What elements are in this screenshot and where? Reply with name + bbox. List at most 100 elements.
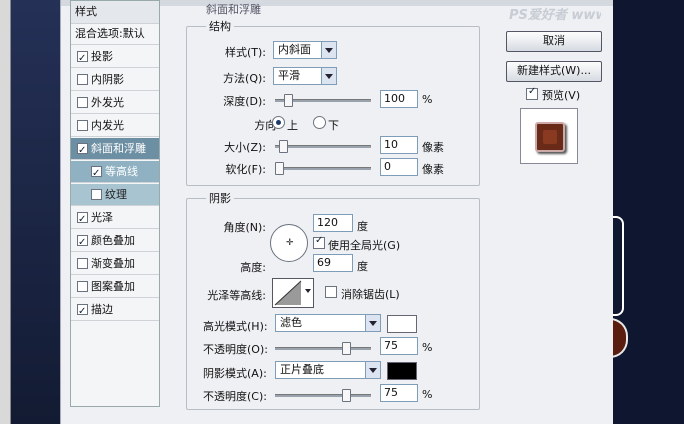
- styles-list-item[interactable]: 渐变叠加: [71, 253, 159, 275]
- style-checkbox[interactable]: [77, 209, 88, 230]
- global-light-checkbox[interactable]: [313, 235, 325, 249]
- soften-slider-thumb[interactable]: [275, 162, 284, 175]
- soften-input[interactable]: 0: [380, 158, 418, 176]
- styles-list-item-label: 投影: [91, 50, 113, 63]
- highlight-opacity-thumb[interactable]: [341, 342, 351, 355]
- style-checkbox[interactable]: [77, 301, 88, 322]
- size-unit: 像素: [422, 141, 444, 154]
- highlight-opacity-label: 不透明度(O):: [203, 343, 268, 356]
- style-checkbox[interactable]: [91, 189, 102, 200]
- size-slider-thumb[interactable]: [279, 140, 289, 153]
- styles-list-item[interactable]: 光泽: [71, 207, 159, 230]
- new-style-button[interactable]: 新建样式(W)...: [506, 61, 602, 82]
- styles-header-label: 样式: [75, 5, 97, 18]
- style-checkbox[interactable]: [77, 97, 88, 108]
- highlight-opacity-track[interactable]: [275, 347, 371, 350]
- styles-list-item[interactable]: 图案叠加: [71, 276, 159, 298]
- size-input[interactable]: 10: [380, 136, 418, 154]
- technique-select-value: 平滑: [278, 69, 300, 82]
- highlight-color-swatch[interactable]: [387, 315, 417, 333]
- styles-list-item-label: 内阴影: [91, 73, 124, 86]
- shadow-mode-select[interactable]: 正片叠底: [275, 361, 381, 379]
- altitude-label: 高度:: [240, 261, 266, 274]
- preview-swatch: [535, 122, 565, 152]
- chevron-down-icon: [305, 289, 311, 293]
- highlight-mode-value: 滤色: [280, 316, 302, 329]
- style-checkbox[interactable]: [77, 232, 88, 253]
- gloss-contour-picker[interactable]: [272, 278, 314, 308]
- styles-list-item[interactable]: 混合选项:默认: [71, 23, 159, 45]
- preview-checkbox[interactable]: [526, 86, 538, 100]
- direction-down-radio[interactable]: [313, 116, 326, 129]
- styles-list-item-label: 图案叠加: [91, 280, 135, 293]
- preview-swatch-inner: [543, 130, 557, 144]
- shadow-mode-label: 阴影模式(A):: [203, 367, 267, 380]
- styles-list-item[interactable]: 颜色叠加: [71, 230, 159, 253]
- style-checkbox[interactable]: [77, 281, 88, 292]
- gloss-contour-label: 光泽等高线:: [207, 289, 266, 302]
- angle-unit: 度: [357, 220, 368, 233]
- depth-input[interactable]: 100: [380, 90, 418, 108]
- chevron-down-icon: [365, 362, 380, 378]
- styles-list-item[interactable]: 内发光: [71, 115, 159, 137]
- angle-input[interactable]: 120: [313, 214, 353, 232]
- section-title: 斜面和浮雕: [206, 3, 261, 16]
- styles-list-item[interactable]: 描边: [71, 299, 159, 322]
- depth-slider-thumb[interactable]: [283, 94, 293, 107]
- crosshair-icon: ✛: [286, 238, 294, 248]
- highlight-mode-select[interactable]: 滤色: [275, 314, 381, 332]
- highlight-opacity-unit: %: [422, 341, 433, 354]
- styles-list-item-label: 混合选项:默认: [75, 27, 145, 40]
- anti-alias-checkbox[interactable]: [325, 286, 337, 298]
- soften-slider-track[interactable]: [275, 167, 371, 170]
- styles-list-item-label: 等高线: [105, 165, 138, 178]
- shadow-opacity-thumb[interactable]: [341, 389, 351, 402]
- vertical-ruler: [0, 0, 11, 424]
- size-label: 大小(Z):: [224, 141, 266, 154]
- document-canvas: [612, 0, 684, 424]
- technique-select[interactable]: 平滑: [273, 67, 337, 85]
- style-checkbox[interactable]: [77, 140, 88, 161]
- shadow-opacity-unit: %: [422, 388, 433, 401]
- angle-label: 角度(N):: [223, 221, 266, 234]
- soften-unit: 像素: [422, 163, 444, 176]
- technique-label: 方法(Q):: [223, 72, 266, 85]
- styles-list-item[interactable]: 内阴影: [71, 69, 159, 91]
- style-checkbox[interactable]: [77, 258, 88, 269]
- altitude-unit: 度: [357, 260, 368, 273]
- style-checkbox[interactable]: [77, 48, 88, 69]
- style-checkbox[interactable]: [77, 120, 88, 131]
- styles-list-item-label: 外发光: [91, 96, 124, 109]
- style-checkbox[interactable]: [77, 74, 88, 85]
- direction-up-radio[interactable]: [272, 116, 285, 129]
- direction-up-label: 上: [287, 119, 298, 132]
- preview-label: 预览(V): [542, 89, 581, 102]
- direction-down-label: 下: [328, 119, 339, 132]
- shadow-opacity-track[interactable]: [275, 394, 371, 397]
- highlight-opacity-input[interactable]: 75: [380, 337, 418, 355]
- style-label: 样式(T):: [224, 46, 266, 59]
- style-select[interactable]: 内斜面: [273, 41, 337, 59]
- cancel-button[interactable]: 取消: [506, 31, 602, 52]
- shadow-color-swatch[interactable]: [387, 362, 417, 380]
- styles-list-item-label: 光泽: [91, 211, 113, 224]
- shading-title: 阴影: [206, 190, 234, 206]
- shadow-opacity-label: 不透明度(C):: [203, 390, 267, 403]
- styles-list: 样式 混合选项:默认投影内阴影外发光内发光斜面和浮雕等高线纹理光泽颜色叠加渐变叠…: [70, 0, 160, 407]
- styles-list-item[interactable]: 斜面和浮雕: [71, 138, 159, 161]
- styles-list-item[interactable]: 投影: [71, 46, 159, 69]
- size-slider-track[interactable]: [275, 145, 371, 148]
- styles-list-item[interactable]: 纹理: [71, 184, 159, 206]
- shadow-opacity-input[interactable]: 75: [380, 384, 418, 402]
- chevron-down-icon: [365, 315, 380, 331]
- style-checkbox[interactable]: [91, 163, 102, 184]
- altitude-input[interactable]: 69: [313, 254, 353, 272]
- styles-list-item[interactable]: 等高线: [71, 161, 159, 184]
- watermark-logo: PS爱好者 www.PS2000.cn: [509, 8, 601, 22]
- styles-list-item-label: 斜面和浮雕: [91, 142, 146, 155]
- styles-list-item[interactable]: 外发光: [71, 92, 159, 114]
- contour-icon: [274, 280, 302, 306]
- chevron-down-icon: [321, 68, 336, 84]
- soften-label: 软化(F):: [225, 163, 266, 176]
- angle-dial[interactable]: ✛: [270, 224, 308, 262]
